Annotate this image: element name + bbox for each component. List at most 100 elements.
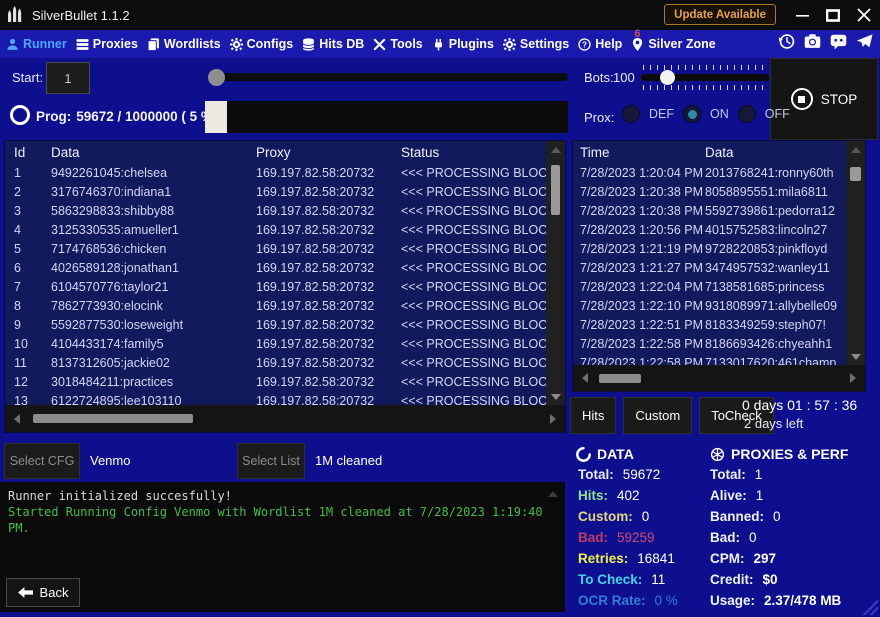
table-row[interactable]: 76104570776:taylor21169.197.82.58:20732<… <box>5 277 565 296</box>
scroll-up-icon[interactable] <box>551 147 561 153</box>
menu-item-silver-zone[interactable]: Silver Zone6 <box>631 37 715 51</box>
horizontal-scrollbar[interactable] <box>5 405 565 432</box>
select-cfg-button[interactable]: Select CFG <box>4 443 80 479</box>
table-row[interactable]: 23176746370:indiana1169.197.82.58:20732<… <box>5 182 565 201</box>
column-header[interactable]: Data <box>705 145 865 160</box>
camera-icon <box>804 33 821 55</box>
start-input[interactable] <box>46 62 90 94</box>
table-row[interactable]: 7/28/2023 1:21:19 PM9728220853:pinkfloyd <box>573 239 865 258</box>
proxies-panel-header: PROXIES & PERF <box>710 446 848 462</box>
menu-item-settings[interactable]: Settings <box>503 37 569 51</box>
column-header[interactable]: Proxy <box>256 145 401 160</box>
column-header[interactable]: Id <box>5 145 51 160</box>
prox-radio-off[interactable] <box>738 105 756 123</box>
table-row[interactable]: 7/28/2023 1:20:38 PM5592739861:pedorra12 <box>573 201 865 220</box>
table-cell: 7/28/2023 1:22:04 PM <box>573 280 705 294</box>
hits-button[interactable]: Hits <box>570 397 616 434</box>
scrollbar-thumb[interactable] <box>33 414 193 423</box>
history-button[interactable] <box>777 35 796 54</box>
horizontal-scrollbar[interactable] <box>573 365 865 391</box>
table-row[interactable]: 35863298833:shibby88169.197.82.58:20732<… <box>5 201 565 220</box>
scroll-down-icon[interactable] <box>851 354 861 360</box>
stop-button[interactable]: STOP <box>770 58 878 140</box>
log-line: Runner initialized succesfully! <box>8 488 543 504</box>
menu-item-label: Help <box>595 37 622 51</box>
scrollbar-thumb[interactable] <box>850 167 861 181</box>
update-available-button[interactable]: Update Available <box>664 4 776 25</box>
table-cell: 7/28/2023 1:22:51 PM <box>573 318 705 332</box>
menu-item-plugins[interactable]: Plugins <box>432 37 494 51</box>
scroll-up-icon[interactable] <box>851 147 861 153</box>
menu-item-label: Proxies <box>93 37 138 51</box>
app-logo-bullets-icon <box>7 5 23 25</box>
vertical-scrollbar[interactable] <box>846 141 865 366</box>
log-console[interactable]: Runner initialized succesfully!Started R… <box>0 482 565 612</box>
scroll-right-icon[interactable] <box>550 414 556 424</box>
scroll-left-icon[interactable] <box>582 373 588 383</box>
scroll-right-icon[interactable] <box>850 373 856 383</box>
table-row[interactable]: 43125330535:amueller1169.197.82.58:20732… <box>5 220 565 239</box>
scroll-left-icon[interactable] <box>14 414 20 424</box>
table-row[interactable]: 7/28/2023 1:22:58 PM8186693426:chyeahh1 <box>573 334 865 353</box>
scroll-down-icon[interactable] <box>551 394 561 400</box>
prox-radio-on[interactable] <box>683 105 701 123</box>
table-row[interactable]: 7/28/2023 1:22:10 PM9318089971:allybelle… <box>573 296 865 315</box>
maximize-button[interactable] <box>825 7 841 23</box>
table-cell: 7/28/2023 1:20:56 PM <box>573 223 705 237</box>
menu-item-tools[interactable]: Tools <box>373 37 422 51</box>
close-button[interactable] <box>856 7 872 23</box>
start-slider[interactable] <box>212 73 568 81</box>
table-row[interactable]: 118137312605:jackie02169.197.82.58:20732… <box>5 353 565 372</box>
table-row[interactable]: 7/28/2023 1:20:04 PM2013768241:ronny60th <box>573 163 865 182</box>
stat-value: 297 <box>754 551 777 566</box>
table-row[interactable]: 57174768536:chicken169.197.82.58:20732<<… <box>5 239 565 258</box>
titlebar[interactable]: SilverBullet 1.1.2 Update Available <box>0 0 880 30</box>
log-scroll-up-icon[interactable] <box>548 491 558 497</box>
table-row[interactable]: 19492261045:chelsea169.197.82.58:20732<<… <box>5 163 565 182</box>
resize-grip[interactable] <box>861 598 878 615</box>
menu-right-icons <box>777 35 874 54</box>
custom-button[interactable]: Custom <box>623 397 692 434</box>
column-header[interactable]: Data <box>51 145 256 160</box>
vertical-scrollbar[interactable] <box>546 141 565 406</box>
table-cell: <<< PROCESSING BLOCK <box>401 166 565 180</box>
scrollbar-thumb[interactable] <box>551 165 560 215</box>
minimize-button[interactable] <box>794 7 810 23</box>
table-cell: <<< PROCESSING BLOCK <box>401 375 565 389</box>
menu-item-runner[interactable]: Runner <box>6 37 67 51</box>
table-row[interactable]: 95592877530:loseweight169.197.82.58:2073… <box>5 315 565 334</box>
menu-item-proxies[interactable]: Proxies <box>76 37 138 51</box>
table-row[interactable]: 64026589128:jonathan1169.197.82.58:20732… <box>5 258 565 277</box>
table-row[interactable]: 7/28/2023 1:20:56 PM4015752583:lincoln27 <box>573 220 865 239</box>
table-row[interactable]: 136122724895:lee103110169.197.82.58:2073… <box>5 391 565 406</box>
table-row[interactable]: 7/28/2023 1:21:27 PM3474957532:wanley11 <box>573 258 865 277</box>
table-row[interactable]: 123018484211:practices169.197.82.58:2073… <box>5 372 565 391</box>
history-icon <box>778 33 795 55</box>
table-cell: <<< PROCESSING BLOCK <box>401 299 565 313</box>
menu-item-help[interactable]: ?Help <box>578 37 622 51</box>
table-cell: 2013768241:ronny60th <box>705 166 865 180</box>
back-button[interactable]: Back <box>6 578 80 607</box>
select-list-button[interactable]: Select List <box>237 443 305 479</box>
table-row[interactable]: 7/28/2023 1:22:51 PM8183349259:steph07! <box>573 315 865 334</box>
start-slider-thumb[interactable] <box>208 69 225 86</box>
table-row[interactable]: 7/28/2023 1:20:38 PM8058895551:mila6811 <box>573 182 865 201</box>
discord-button[interactable] <box>829 35 848 54</box>
progress-radio-icon[interactable] <box>10 105 30 125</box>
table-row[interactable]: 7/28/2023 1:22:04 PM7138581685:princess <box>573 277 865 296</box>
menu-item-wordlists[interactable]: Wordlists <box>147 37 221 51</box>
configs-icon <box>230 38 243 51</box>
table-row[interactable]: 87862773930:elocink169.197.82.58:20732<<… <box>5 296 565 315</box>
menu-item-hits-db[interactable]: Hits DB <box>302 37 364 51</box>
prox-radio-def[interactable] <box>622 105 640 123</box>
column-header[interactable]: Time <box>573 145 705 160</box>
column-header[interactable]: Status <box>401 145 565 160</box>
table-row[interactable]: 104104433174:family5169.197.82.58:20732<… <box>5 334 565 353</box>
table-cell: 10 <box>5 337 51 351</box>
telegram-button[interactable] <box>855 35 874 54</box>
scrollbar-thumb[interactable] <box>599 374 641 383</box>
hitsdb-icon <box>302 38 315 51</box>
camera-button[interactable] <box>803 35 822 54</box>
bots-slider-thumb[interactable] <box>660 70 675 85</box>
menu-item-configs[interactable]: Configs <box>230 37 294 51</box>
